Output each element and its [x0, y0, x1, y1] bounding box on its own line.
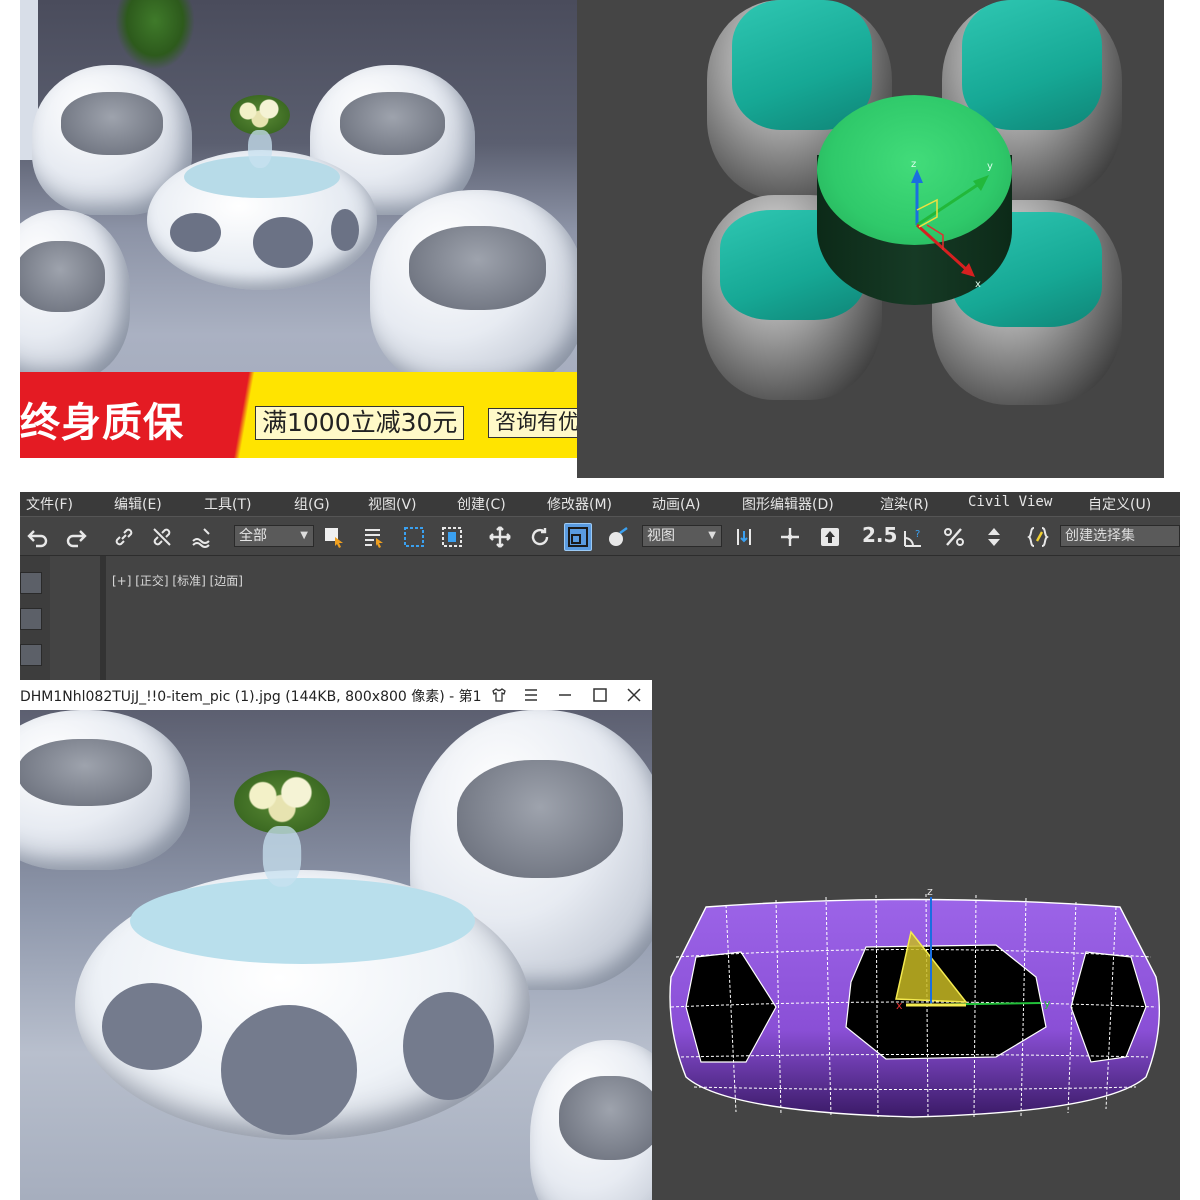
teapot-icon[interactable]	[20, 572, 42, 594]
image-viewer-titlebar[interactable]: DHM1Nhl082TUjJ_!!0-item_pic (1).jpg (144…	[20, 680, 652, 710]
angle-snap-icon[interactable]: ?	[900, 523, 928, 551]
keyboard-shortcut-icon[interactable]	[816, 523, 844, 551]
banner-bottom-strip	[20, 458, 577, 478]
render-viewport-top[interactable]: z y x	[577, 0, 1164, 478]
wireframe-table-model[interactable]: z y x	[666, 887, 1160, 1132]
viewport-label[interactable]: [+] [正交] [标准] [边面]	[112, 572, 243, 589]
main-toolbar: 全部 ▼ 视图 ▼ 2.5 ? 创建选择集	[20, 516, 1180, 556]
gizmo-z-label: z	[911, 159, 916, 170]
product-photo-top: 终身质保 满1000立减30元 咨询有优	[20, 0, 577, 478]
image-viewer-title: DHM1Nhl082TUjJ_!!0-item_pic (1).jpg (144…	[20, 689, 482, 705]
chair	[370, 190, 577, 390]
reference-coord-dropdown[interactable]: 视图 ▼	[642, 525, 722, 547]
command-panel-strip	[20, 556, 50, 696]
undo-icon[interactable]	[24, 523, 52, 551]
menu-modifiers[interactable]: 修改器(M)	[547, 494, 612, 514]
menu-animation[interactable]: 动画(A)	[652, 494, 701, 514]
transform-gizmo-icon[interactable]: z y x	[897, 155, 1037, 295]
chair	[20, 710, 190, 870]
flower-vase	[234, 770, 378, 1010]
gizmo-y-label: y	[987, 161, 993, 172]
bind-space-warp-icon[interactable]	[188, 523, 216, 551]
rotate-icon[interactable]	[526, 523, 554, 551]
svg-text:?: ?	[915, 529, 920, 540]
edit-named-selection-icon[interactable]	[1024, 523, 1052, 551]
select-by-name-icon[interactable]	[360, 523, 388, 551]
menu-view[interactable]: 视图(V)	[368, 494, 417, 514]
link-icon[interactable]	[110, 523, 138, 551]
named-selection-set-placeholder: 创建选择集	[1065, 528, 1135, 544]
pivot-center-icon[interactable]	[730, 523, 758, 551]
menu-tools[interactable]: 工具(T)	[204, 494, 251, 514]
chevron-down-icon: ▼	[300, 530, 308, 541]
promo-banner[interactable]: 终身质保 满1000立减30元 咨询有优	[20, 372, 577, 458]
menu-bar: 文件(F) 编辑(E) 工具(T) 组(G) 视图(V) 创建(C) 修改器(M…	[20, 492, 1180, 516]
select-object-icon[interactable]	[320, 523, 348, 551]
snap-toggle-label: 2.5	[862, 523, 898, 547]
wire-gizmo-x-label: x	[896, 999, 903, 1012]
render-setup-icon[interactable]	[20, 608, 42, 630]
chevron-down-icon: ▼	[708, 530, 716, 541]
image-viewer-window: DHM1Nhl082TUjJ_!!0-item_pic (1).jpg (144…	[20, 680, 652, 1200]
banner-consult-box: 咨询有优	[488, 408, 577, 438]
reference-photo	[20, 710, 652, 1200]
select-manipulate-icon[interactable]	[776, 523, 804, 551]
coffee-table	[147, 150, 377, 290]
gizmo-x-label: x	[975, 279, 981, 290]
layers-icon[interactable]	[20, 644, 42, 666]
percent-snap-icon[interactable]	[940, 523, 968, 551]
scale-icon[interactable]	[564, 523, 592, 551]
plant	[115, 0, 195, 70]
chair	[20, 210, 130, 380]
placement-icon[interactable]	[604, 523, 632, 551]
menu-group[interactable]: 组(G)	[294, 494, 330, 514]
menu-rendering[interactable]: 渲染(R)	[880, 494, 929, 514]
menu-customize[interactable]: 自定义(U)	[1088, 494, 1151, 514]
unlink-icon[interactable]	[148, 523, 176, 551]
window-crossing-icon[interactable]	[438, 523, 466, 551]
maximize-icon[interactable]	[587, 683, 613, 707]
menu-graph-editors[interactable]: 图形编辑器(D)	[742, 494, 834, 514]
minimize-icon[interactable]	[552, 683, 578, 707]
menu-edit[interactable]: 编辑(E)	[114, 494, 162, 514]
rectangular-selection-icon[interactable]	[400, 523, 428, 551]
redo-icon[interactable]	[62, 523, 90, 551]
close-icon[interactable]	[621, 683, 647, 707]
menu-file[interactable]: 文件(F)	[26, 494, 73, 514]
panel-gap	[0, 478, 1200, 492]
menu-icon[interactable]	[518, 683, 544, 707]
skin-icon[interactable]	[486, 683, 512, 707]
banner-discount-box: 满1000立减30元	[255, 406, 465, 440]
reference-coord-value: 视图	[647, 528, 675, 544]
snap-toggle[interactable]: 2.5	[862, 523, 897, 551]
named-selection-set-input[interactable]: 创建选择集	[1060, 525, 1180, 547]
selection-filter-dropdown[interactable]: 全部 ▼	[234, 525, 314, 547]
menu-create[interactable]: 创建(C)	[457, 494, 506, 514]
max-app-window: 文件(F) 编辑(E) 工具(T) 组(G) 视图(V) 创建(C) 修改器(M…	[20, 492, 1180, 1200]
chair	[530, 1040, 652, 1200]
wire-gizmo-y-label: y	[1044, 997, 1051, 1010]
menu-civil-view[interactable]: Civil View	[968, 494, 1052, 510]
move-icon[interactable]	[486, 523, 514, 551]
viewport-divider[interactable]	[100, 556, 106, 682]
wire-gizmo-z-label: z	[927, 887, 933, 898]
flower-vase	[230, 95, 290, 170]
selection-filter-value: 全部	[239, 528, 267, 544]
banner-warranty-text: 终身质保	[20, 400, 184, 446]
spinner-snap-icon[interactable]	[980, 523, 1008, 551]
